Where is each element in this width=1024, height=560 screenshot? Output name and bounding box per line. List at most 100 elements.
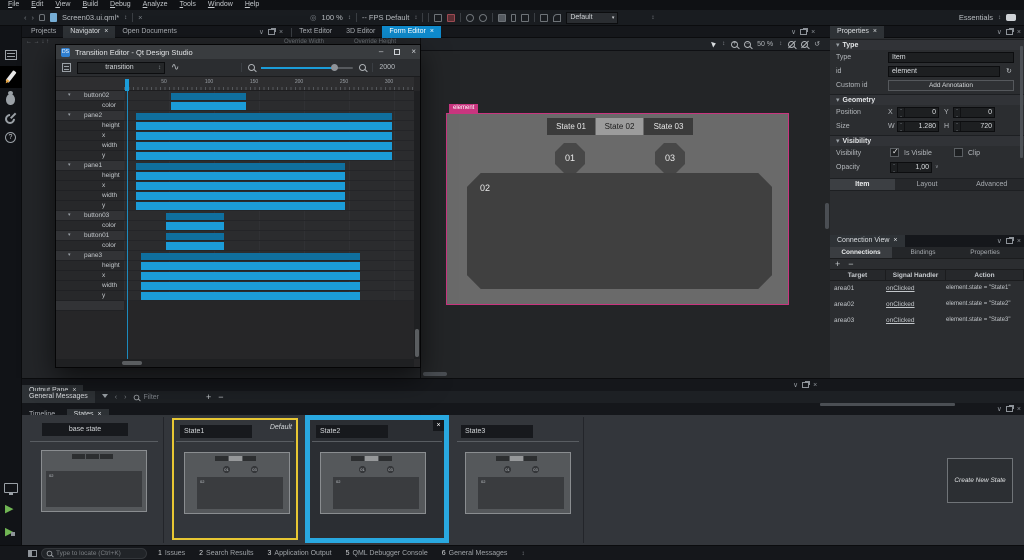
close-document-icon[interactable]: × xyxy=(138,13,142,22)
state-name-field[interactable]: State3 xyxy=(461,425,533,438)
keyframe-bar[interactable] xyxy=(136,202,345,210)
dock-collapse-icon[interactable]: ∨ xyxy=(997,28,1002,36)
dock-collapse-icon[interactable]: ∨ xyxy=(997,237,1002,245)
id-refresh-icon[interactable]: ↻ xyxy=(1006,66,1012,77)
menu-build[interactable]: Build xyxy=(76,0,104,10)
track-group-row[interactable]: ▾pane3 xyxy=(56,251,414,261)
state-thumbnail[interactable]: 010302 xyxy=(465,452,571,514)
edit-style-icon[interactable] xyxy=(553,14,561,22)
properties-tab-advanced[interactable]: Advanced xyxy=(959,179,1024,190)
timeline-zoom-in-icon[interactable] xyxy=(359,64,366,71)
close-icon[interactable]: × xyxy=(893,235,897,247)
clip-checkbox[interactable] xyxy=(954,148,963,157)
canvas-zoom-spinner-icon[interactable]: ↕ xyxy=(779,41,782,47)
keyframe-bar[interactable] xyxy=(171,102,246,110)
kit-selector-icon[interactable] xyxy=(4,483,18,493)
style-spinner-icon[interactable]: ↕ xyxy=(651,15,654,21)
badge-01[interactable]: 01 xyxy=(555,143,585,173)
close-icon[interactable]: × xyxy=(873,26,877,38)
keyframe-bar[interactable] xyxy=(141,253,360,260)
connection-tab-connections[interactable]: Connections xyxy=(830,247,892,258)
axis-icon[interactable] xyxy=(434,14,442,22)
pane-02[interactable]: 02 xyxy=(467,173,772,289)
state-button-01[interactable]: State 01 xyxy=(547,118,595,135)
dock-float-icon[interactable] xyxy=(800,29,807,35)
connection-row[interactable]: area02onClickedelement.state = "State2" xyxy=(830,297,1024,312)
opacity-spinbox[interactable]: ⌃⌄1,00 xyxy=(890,162,932,173)
state-card-base-state[interactable]: base state02 xyxy=(28,420,160,538)
perspective-selector[interactable]: Essentials xyxy=(959,13,993,22)
close-icon[interactable]: × xyxy=(430,26,434,38)
timeline-zoom-out-icon[interactable] xyxy=(248,64,255,71)
state-button-03[interactable]: State 03 xyxy=(644,118,693,135)
connection-tab-properties[interactable]: Properties xyxy=(954,247,1016,258)
timeline-zoom-slider[interactable] xyxy=(261,67,353,69)
menu-help[interactable]: Help xyxy=(239,0,265,10)
connection-tab-bindings[interactable]: Bindings xyxy=(892,247,954,258)
zoom-level[interactable]: 100 % xyxy=(322,13,343,22)
track-property-row[interactable]: height xyxy=(56,171,414,181)
track-property-row[interactable]: width xyxy=(56,141,414,151)
tab-projects[interactable]: Projects xyxy=(24,26,63,38)
output-pane-button-general-messages[interactable]: 6General Messages xyxy=(442,550,508,557)
filter-funnel-icon[interactable] xyxy=(102,394,108,401)
zoom-out-text-icon[interactable]: − xyxy=(218,392,223,402)
design-mode-active[interactable] xyxy=(0,66,22,88)
state-thumbnail[interactable]: 02 xyxy=(41,450,147,512)
circle-tool2-icon[interactable] xyxy=(479,14,487,22)
badge-03[interactable]: 03 xyxy=(655,143,685,173)
keyframe-bar[interactable] xyxy=(141,292,360,300)
tab-properties[interactable]: Properties× xyxy=(830,26,884,38)
dock-float-icon[interactable] xyxy=(1006,238,1013,244)
properties-tab-item[interactable]: Item xyxy=(830,179,895,190)
track-property-row[interactable]: y xyxy=(56,201,414,211)
transition-editor-titlebar[interactable]: DS Transition Editor - Qt Design Studio … xyxy=(56,45,420,59)
element-item[interactable]: State 01 State 02 State 03 01 03 02 xyxy=(446,113,789,305)
track-group-row[interactable]: ▾button01 xyxy=(56,231,414,241)
track-property-row[interactable]: width xyxy=(56,281,414,291)
output-pane-button-qml-debugger-console[interactable]: 5QML Debugger Console xyxy=(346,550,428,557)
dock-close-icon[interactable]: × xyxy=(279,29,283,36)
keyframe-bar[interactable] xyxy=(141,262,360,270)
run-button[interactable]: ▶ xyxy=(5,504,13,515)
current-document[interactable]: Screen03.ui.qml* xyxy=(62,13,119,22)
keyframe-bar[interactable] xyxy=(166,213,224,220)
dock-collapse-icon[interactable]: ∨ xyxy=(791,28,796,36)
keyframe-bar[interactable] xyxy=(136,132,392,140)
dock-close-icon[interactable]: × xyxy=(1017,406,1021,413)
grid-tool-icon[interactable] xyxy=(521,14,529,22)
maximize-icon[interactable] xyxy=(394,49,400,55)
dock-close-icon[interactable]: × xyxy=(813,382,817,389)
add-connection-button[interactable]: + xyxy=(835,259,840,269)
track-property-row[interactable]: color xyxy=(56,221,414,231)
state-name-field[interactable]: State2 xyxy=(316,425,388,438)
minimize-icon[interactable]: – xyxy=(379,45,383,59)
canvas-horizontal-scrollbar[interactable] xyxy=(423,372,447,376)
dock-close-icon[interactable]: × xyxy=(1017,238,1021,245)
playhead-marker[interactable] xyxy=(125,79,129,91)
dock-close-icon[interactable]: × xyxy=(1017,29,1021,36)
connection-row[interactable]: area01onClickedelement.state = "State1" xyxy=(830,281,1024,296)
help-mode-icon[interactable]: ? xyxy=(5,132,16,143)
properties-tab-layout[interactable]: Layout xyxy=(895,179,960,190)
selection-tool-icon[interactable] xyxy=(711,40,717,47)
state-card-state2[interactable]: ×State2010302 xyxy=(305,415,449,543)
keyframe-bar[interactable] xyxy=(166,233,224,240)
menu-edit[interactable]: Edit xyxy=(25,0,49,10)
timeline-ruler[interactable]: 50100150200250300 xyxy=(56,77,414,91)
create-new-state-button[interactable]: Create New State xyxy=(947,458,1013,503)
zoom-in-text-icon[interactable]: + xyxy=(206,392,211,402)
sidebar-toggle-icon[interactable] xyxy=(28,550,37,557)
section-visibility[interactable]: ▾Visibility xyxy=(830,135,1024,146)
tool-spinner-icon[interactable]: ↕ xyxy=(722,41,725,47)
track-property-row[interactable]: x xyxy=(56,181,414,191)
zoom-selector-icon[interactable]: ◎ xyxy=(310,13,317,22)
close-state-icon[interactable]: × xyxy=(433,420,444,431)
track-property-row[interactable]: height xyxy=(56,261,414,271)
y-spinbox[interactable]: ⌃⌄0 xyxy=(953,107,995,118)
back-icon[interactable]: ‹ xyxy=(24,13,27,22)
dock-float-icon[interactable] xyxy=(1006,29,1013,35)
track-property-row[interactable]: color xyxy=(56,101,414,111)
opacity-dropdown-icon[interactable]: ∨ xyxy=(935,162,939,173)
x-spinbox[interactable]: ⌃⌄0 xyxy=(897,107,939,118)
